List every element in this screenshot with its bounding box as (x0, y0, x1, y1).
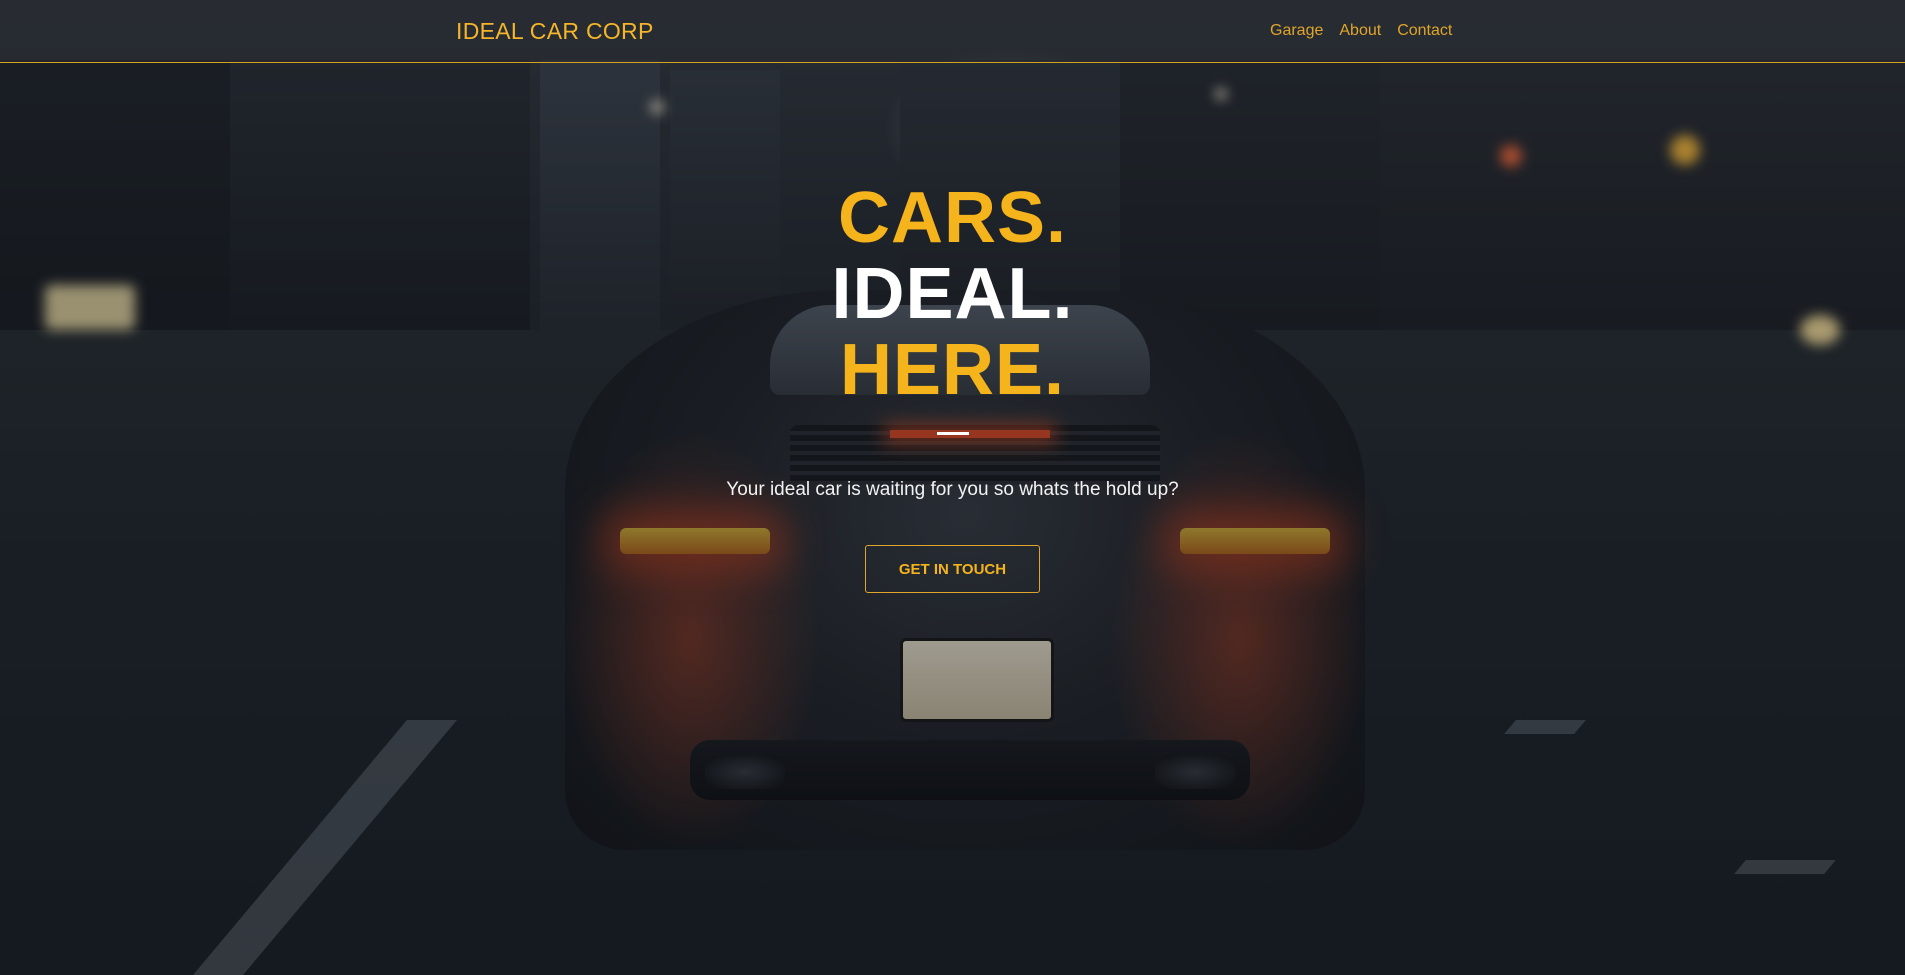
hero-divider (936, 432, 969, 435)
hero-headline: CARS. IDEAL. HERE. (0, 180, 1905, 408)
nav-link-about[interactable]: About (1339, 22, 1381, 40)
navbar: IDEAL CAR CORP Garage About Contact (0, 0, 1905, 63)
hero-subtitle: Your ideal car is waiting for you so wha… (726, 479, 1179, 500)
get-in-touch-button[interactable]: GET IN TOUCH (865, 545, 1040, 593)
brand-logo[interactable]: IDEAL CAR CORP (456, 18, 654, 45)
hero-section: CARS. IDEAL. HERE. Your ideal car is wai… (0, 180, 1905, 593)
main-nav: Garage About Contact (1270, 22, 1452, 40)
headline-line-here: HERE. (839, 330, 1066, 410)
nav-link-garage[interactable]: Garage (1270, 22, 1323, 40)
nav-link-contact[interactable]: Contact (1397, 22, 1452, 40)
page: IDEAL CAR CORP Garage About Contact CARS… (0, 0, 1905, 975)
headline-line-cars: CARS. (837, 178, 1067, 258)
headline-line-ideal: IDEAL. (831, 254, 1074, 334)
